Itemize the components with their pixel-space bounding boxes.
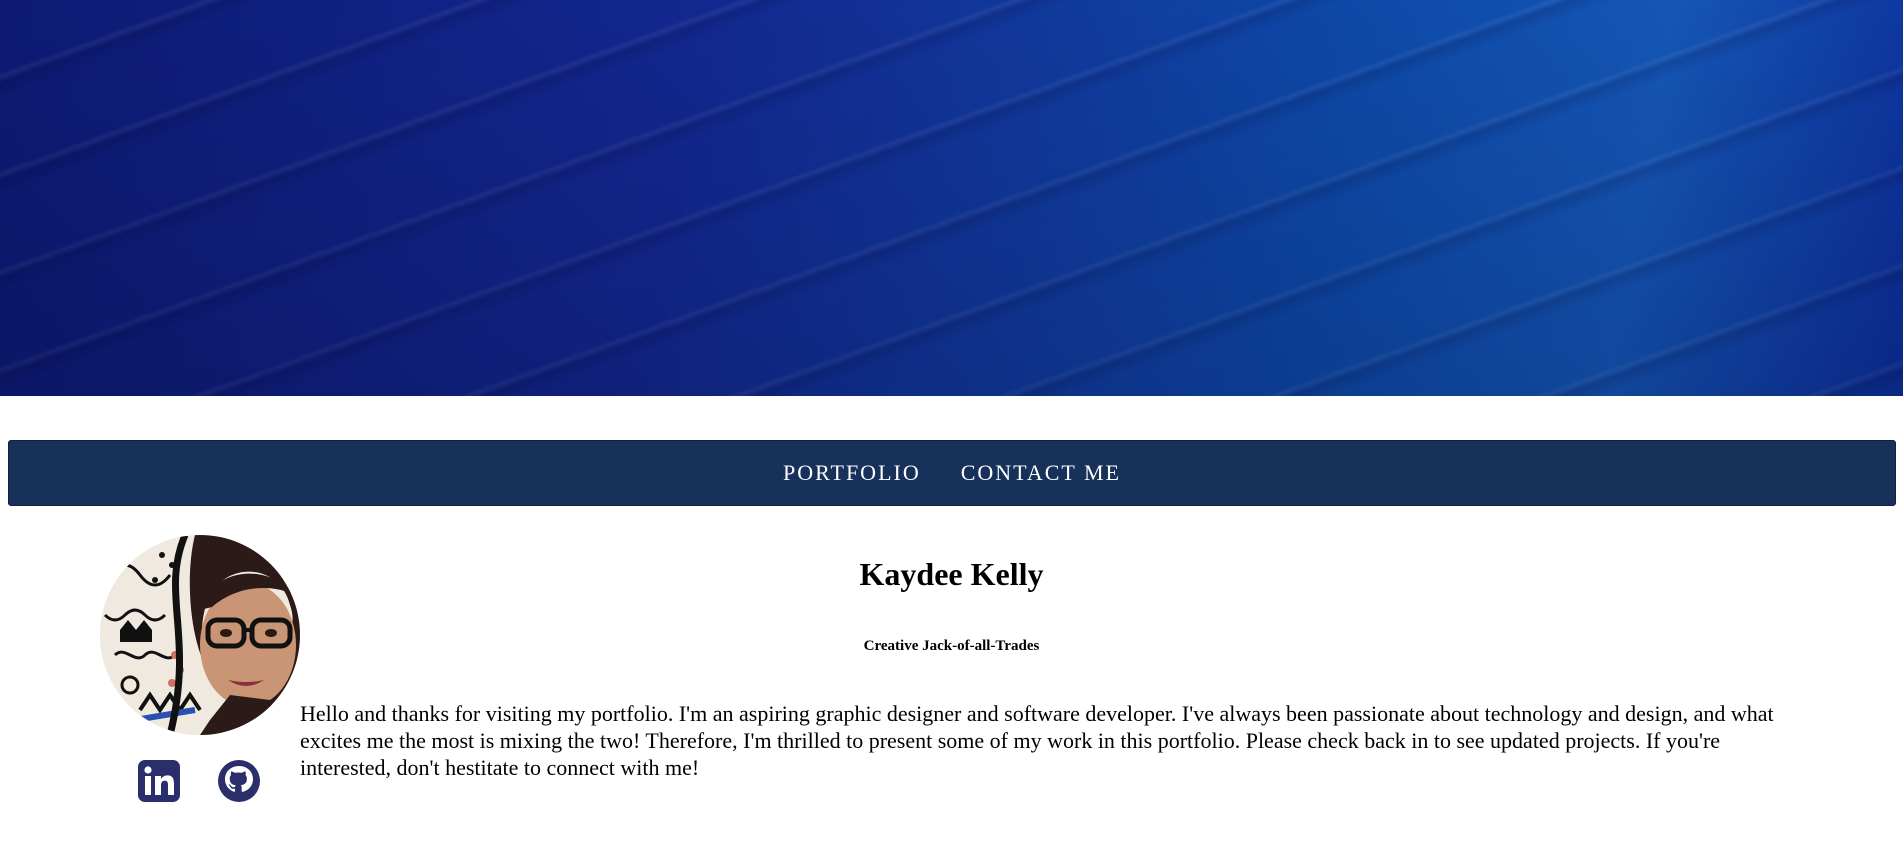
linkedin-icon bbox=[138, 760, 180, 802]
hero-banner bbox=[0, 0, 1903, 396]
navbar: PORTFOLIO CONTACT ME bbox=[8, 440, 1896, 506]
profile-bio: Hello and thanks for visiting my portfol… bbox=[300, 701, 1774, 780]
nav-link-contact[interactable]: CONTACT ME bbox=[961, 460, 1121, 486]
github-link[interactable] bbox=[218, 760, 260, 802]
profile-name: Kaydee Kelly bbox=[859, 556, 1044, 592]
linkedin-link[interactable] bbox=[138, 760, 180, 802]
github-icon bbox=[218, 760, 260, 802]
nav-link-portfolio[interactable]: PORTFOLIO bbox=[783, 460, 921, 486]
profile-tagline: Creative Jack-of-all-Trades bbox=[863, 638, 1040, 654]
